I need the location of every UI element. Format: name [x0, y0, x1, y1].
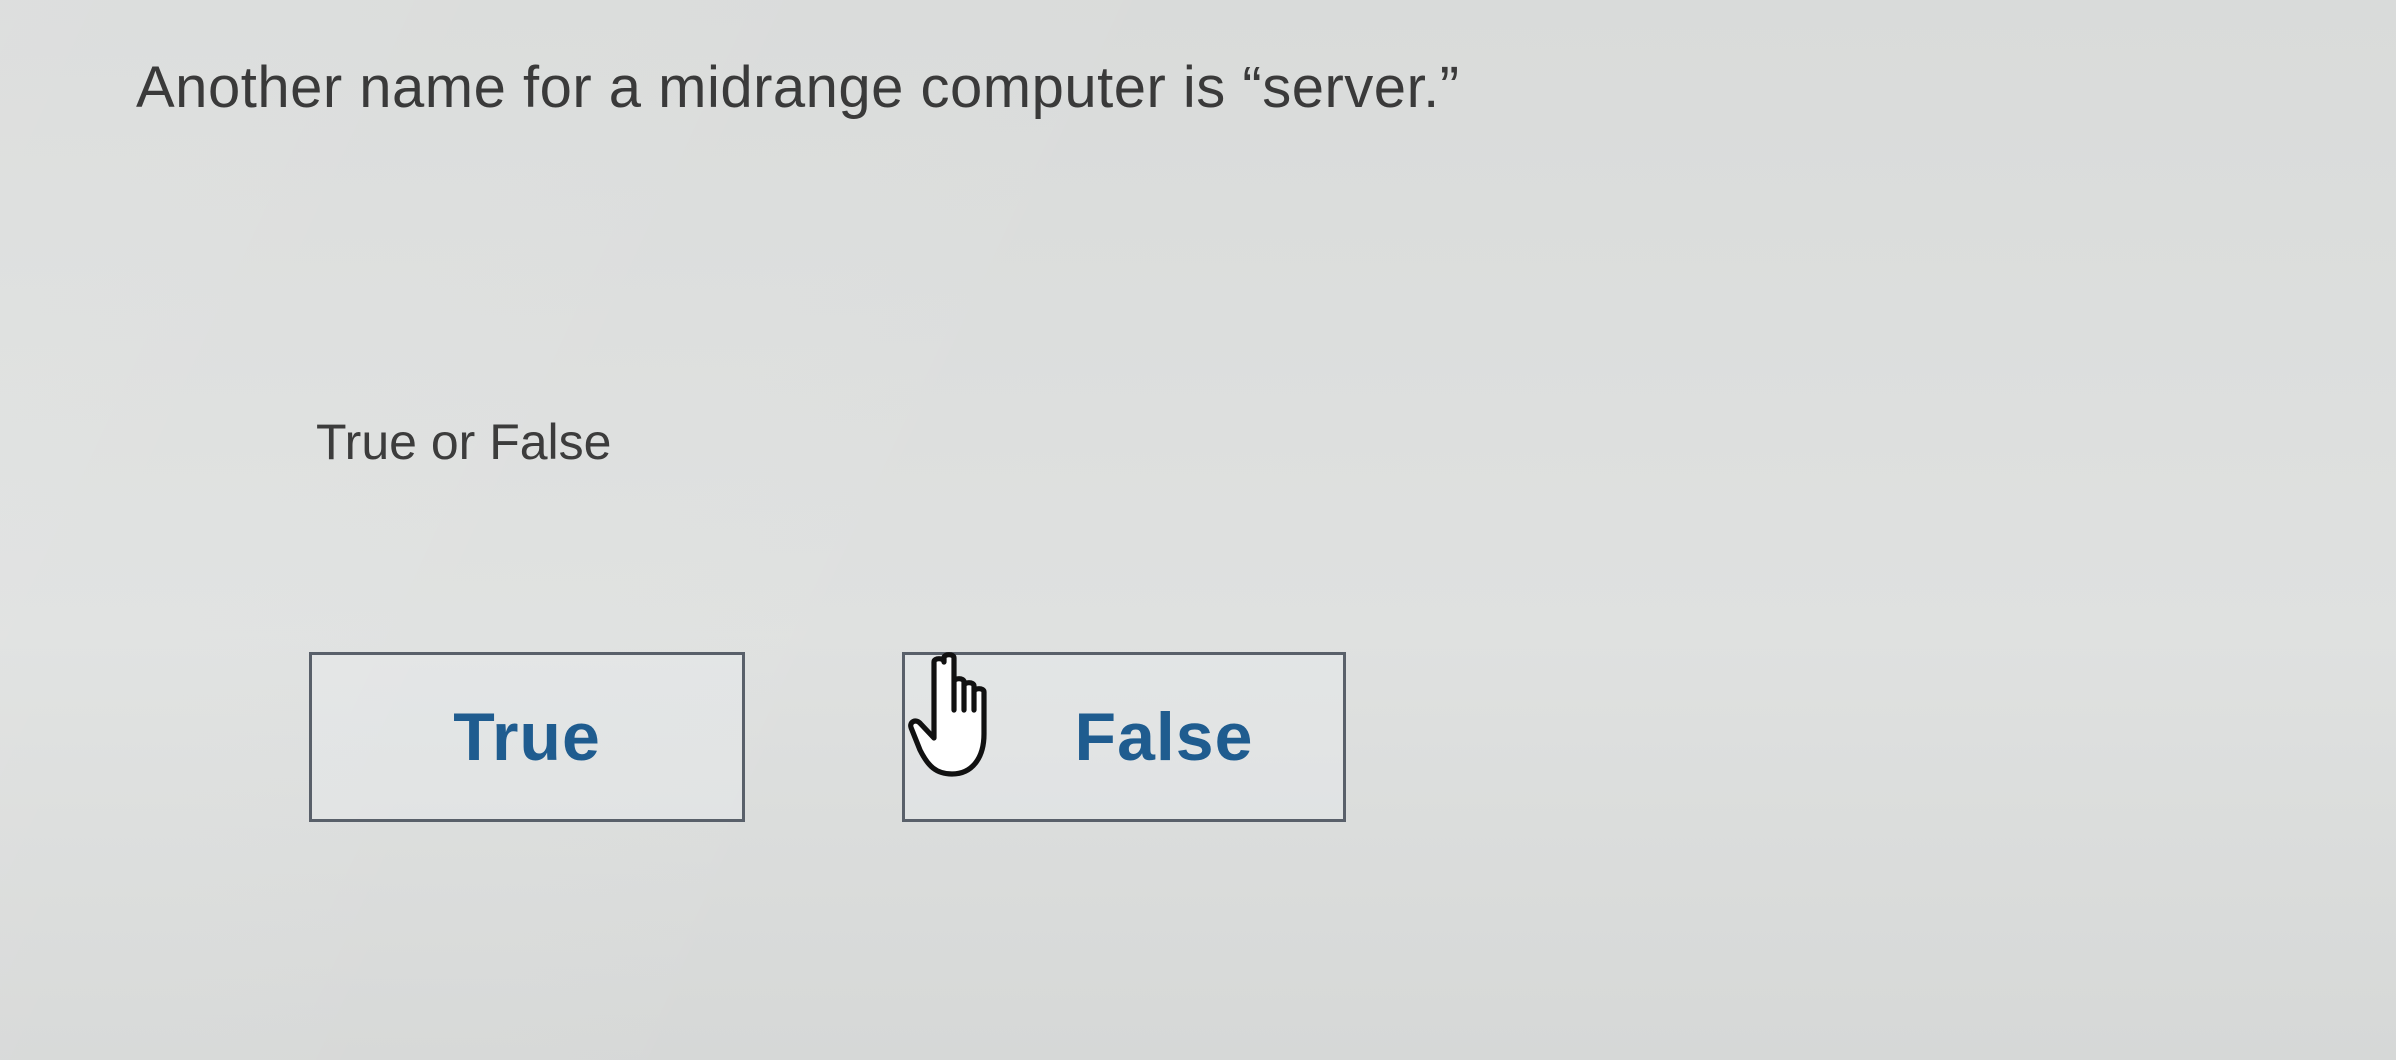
quiz-screen: Another name for a midrange computer is … [0, 0, 2396, 1060]
true-button[interactable]: True [309, 652, 745, 822]
hand-pointer-icon [908, 652, 987, 777]
false-button-label: False [1074, 699, 1254, 775]
question-text: Another name for a midrange computer is … [136, 55, 1460, 120]
true-button-label: True [453, 699, 601, 775]
answer-prompt: True or False [316, 414, 612, 470]
